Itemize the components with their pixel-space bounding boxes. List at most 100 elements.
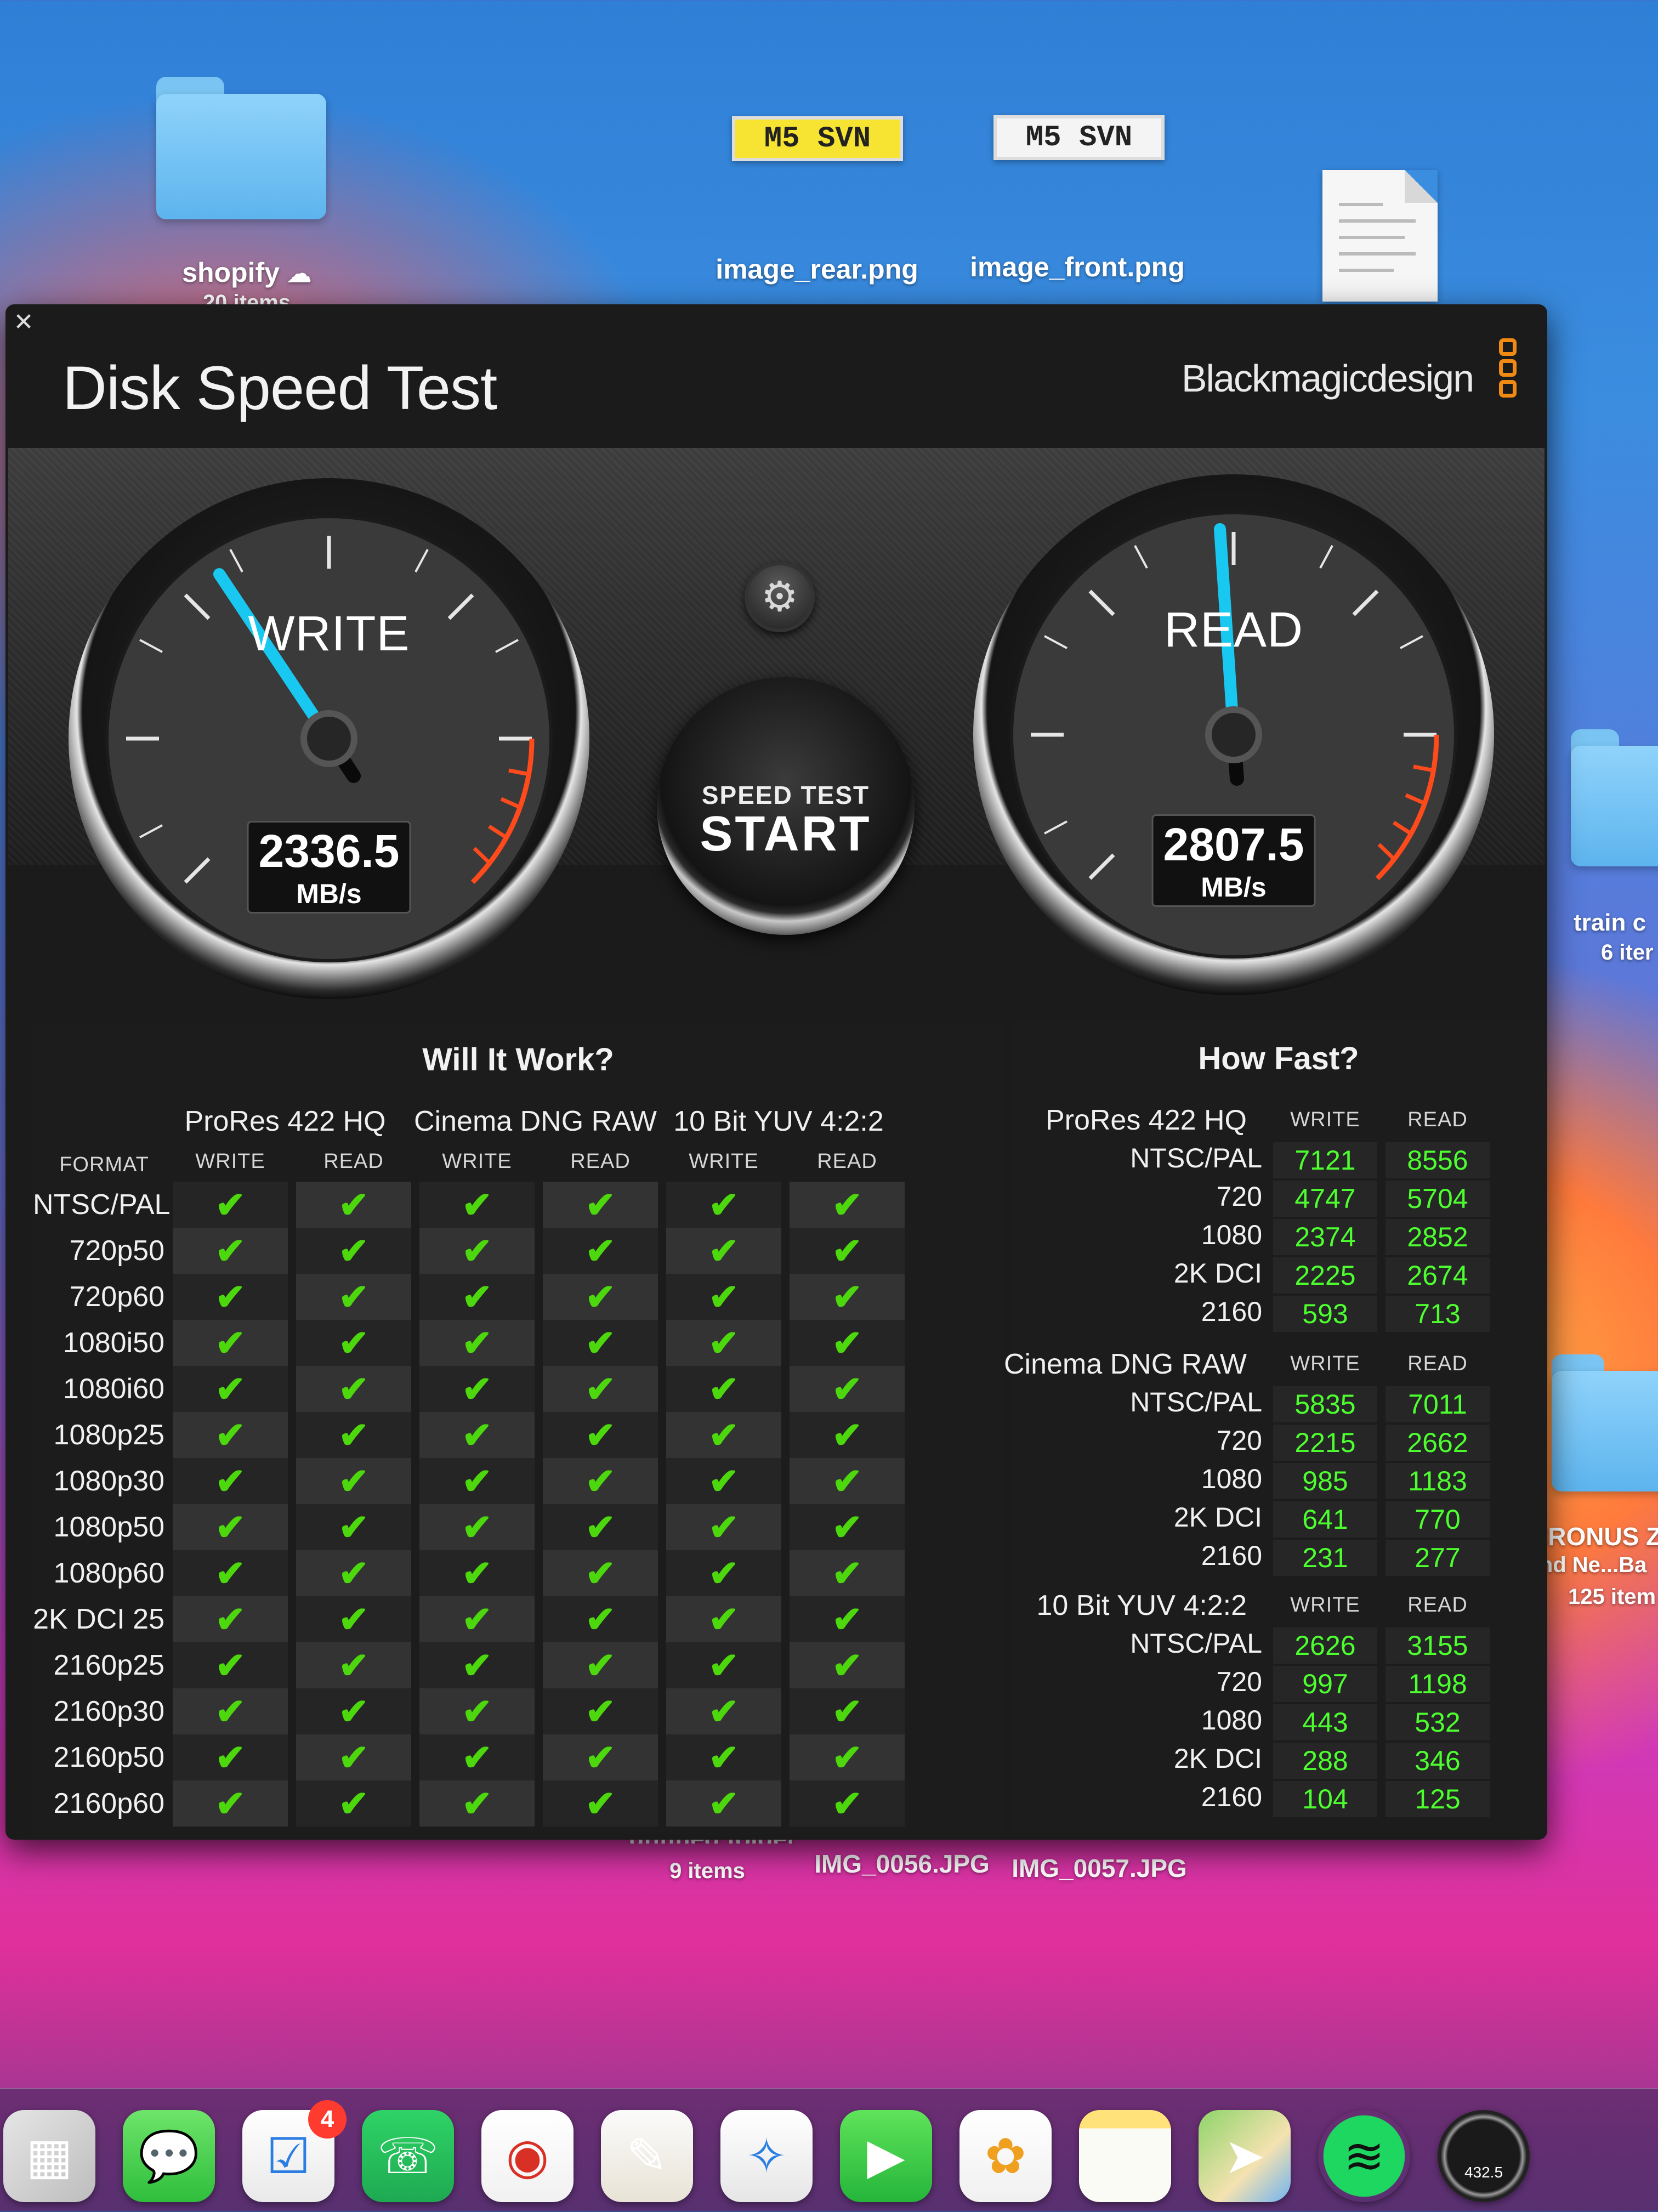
compatibility-check-icon: ✔ [173, 1550, 288, 1596]
launchpad-icon[interactable]: ▦ [3, 2110, 95, 2202]
desktop-label-img-0057[interactable]: IMG_0057.JPG [998, 1853, 1201, 1883]
pages-icon[interactable]: ✎ [601, 2110, 693, 2202]
format-label: 1080p50 [53, 1511, 164, 1543]
notes-icon[interactable] [1079, 2110, 1171, 2202]
how-fast-write-value: 5835 [1273, 1386, 1377, 1422]
shopify-folder-icon[interactable] [156, 77, 326, 219]
disk-speed-test-icon[interactable]: 432.5 [1438, 2110, 1530, 2202]
how-fast-write-value: 2626 [1273, 1627, 1377, 1664]
maps-icon[interactable]: ➤ [1199, 2110, 1291, 2202]
format-label: 2160p50 [53, 1742, 164, 1773]
write-speed-readout: 2336.5 MB/s [247, 821, 411, 914]
image-rear-thumbnail[interactable]: M5 SVN [732, 116, 903, 161]
write-gauge: WRITE 2336.5 MB/s [66, 475, 592, 1002]
cronus-folder-icon[interactable] [1552, 1354, 1658, 1491]
desktop-label-img-0056[interactable]: IMG_0056.JPG [800, 1849, 1003, 1879]
compatibility-check-icon: ✔ [173, 1504, 288, 1550]
how-fast-write-header: WRITE [1290, 1593, 1360, 1617]
desktop-sub-shopify: 20 items [202, 291, 291, 304]
photos-icon[interactable]: ✿ [959, 2110, 1052, 2202]
how-fast-group-title: Cinema DNG RAW [1003, 1348, 1247, 1380]
compatibility-check-icon: ✔ [790, 1458, 905, 1504]
safari-icon[interactable]: ✧ [720, 2110, 813, 2202]
write-gauge-dial [69, 478, 589, 999]
how-fast-write-value: 2374 [1273, 1219, 1377, 1255]
window-title: Disk Speed Test [63, 354, 497, 422]
how-fast-row-label: 2160 [1201, 1296, 1262, 1327]
how-fast-row-label: 2K DCI [1173, 1743, 1262, 1774]
how-fast-row-label: NTSC/PAL [1130, 1628, 1262, 1659]
how-fast-row-label: NTSC/PAL [1130, 1143, 1262, 1173]
how-fast-row-label: 2K DCI [1173, 1258, 1262, 1289]
compatibility-check-icon: ✔ [173, 1182, 288, 1228]
chrome-icon[interactable]: ◉ [481, 2110, 574, 2202]
compatibility-check-icon: ✔ [173, 1688, 288, 1734]
how-fast-write-value: 443 [1273, 1704, 1377, 1740]
facetime-icon[interactable]: ▶ [840, 2110, 932, 2202]
how-fast-write-value: 7121 [1273, 1142, 1377, 1178]
how-fast-write-value: 288 [1273, 1743, 1377, 1779]
desktop-label-image-rear[interactable]: image_rear.png [702, 253, 932, 285]
read-speed-readout: 2807.5 MB/s [1151, 814, 1316, 907]
format-label: 1080p25 [53, 1419, 164, 1451]
how-fast-row-label: 720 [1216, 1425, 1262, 1456]
format-label: 2160p25 [53, 1649, 164, 1681]
compatibility-check-icon: ✔ [666, 1366, 781, 1412]
how-fast-write-header: WRITE [1290, 1108, 1360, 1131]
compatibility-check-icon: ✔ [296, 1458, 411, 1504]
compatibility-check-icon: ✔ [666, 1642, 781, 1688]
compatibility-check-icon: ✔ [790, 1596, 905, 1642]
how-fast-title: How Fast? [1198, 1041, 1359, 1076]
read-column-header: READ [817, 1150, 877, 1173]
write-column-header: WRITE [689, 1150, 759, 1173]
desktop-label-train[interactable]: train c [1574, 909, 1658, 937]
compatibility-check-icon: ✔ [173, 1228, 288, 1274]
desktop-sub-train: 6 iter [1601, 940, 1654, 965]
document-icon[interactable] [1322, 170, 1438, 302]
compatibility-check-icon: ✔ [666, 1550, 781, 1596]
compatibility-check-icon: ✔ [543, 1320, 658, 1366]
format-column-header: FORMAT [59, 1153, 149, 1176]
write-column-header: WRITE [195, 1150, 265, 1173]
will-it-work-group-title: 10 Bit YUV 4:2:2 [673, 1105, 884, 1137]
compatibility-check-icon: ✔ [419, 1688, 535, 1734]
format-label: 1080i60 [63, 1373, 164, 1405]
how-fast-read-value: 713 [1386, 1296, 1490, 1332]
train-folder-icon[interactable] [1571, 729, 1658, 866]
whatsapp-icon[interactable]: ☏ [362, 2110, 454, 2202]
compatibility-check-icon: ✔ [543, 1504, 658, 1550]
how-fast-write-value: 104 [1273, 1781, 1377, 1817]
image-front-thumbnail[interactable]: M5 SVN [993, 115, 1165, 160]
compatibility-check-icon: ✔ [173, 1412, 288, 1458]
compatibility-check-icon: ✔ [296, 1182, 411, 1228]
compatibility-check-icon: ✔ [419, 1504, 535, 1550]
close-icon[interactable]: ✕ [11, 310, 36, 335]
compatibility-check-icon: ✔ [790, 1504, 905, 1550]
messages-icon[interactable]: 💬 [123, 2110, 215, 2202]
spotify-icon[interactable]: ≋ [1318, 2110, 1410, 2202]
compatibility-check-icon: ✔ [543, 1274, 658, 1320]
desktop-sub-untitled-folder: 9 items [669, 1859, 745, 1883]
how-fast-row-label: 720 [1216, 1666, 1262, 1697]
compatibility-check-icon: ✔ [419, 1780, 535, 1827]
settings-gear-icon[interactable]: ⚙ [745, 562, 815, 632]
how-fast-group-title: 10 Bit YUV 4:2:2 [1036, 1590, 1247, 1621]
write-speed-value: 2336.5 [258, 825, 400, 877]
blackmagic-logo-icon [1499, 338, 1521, 401]
compatibility-check-icon: ✔ [666, 1780, 781, 1827]
compatibility-check-icon: ✔ [543, 1596, 658, 1642]
compatibility-check-icon: ✔ [666, 1274, 781, 1320]
compatibility-check-icon: ✔ [173, 1596, 288, 1642]
format-label: 2K DCI 25 [33, 1603, 164, 1635]
desktop-label-shopify[interactable]: shopify ☁ [164, 257, 329, 288]
will-it-work-title: Will It Work? [422, 1042, 614, 1077]
desktop-label-cronus[interactable]: CRONUS Z [1530, 1522, 1658, 1551]
desktop-label-image-front[interactable]: image_front.png [957, 251, 1198, 283]
compatibility-check-icon: ✔ [173, 1642, 288, 1688]
how-fast-read-value: 2662 [1386, 1425, 1490, 1461]
disk-speed-test-window: ✕ Disk Speed Test Blackmagicdesign WRITE… [5, 304, 1547, 1840]
speed-test-start-button[interactable]: SPEED TEST START [657, 677, 915, 935]
how-fast-read-value: 2674 [1386, 1257, 1490, 1294]
compatibility-check-icon: ✔ [296, 1274, 411, 1320]
how-fast-write-value: 997 [1273, 1666, 1377, 1702]
